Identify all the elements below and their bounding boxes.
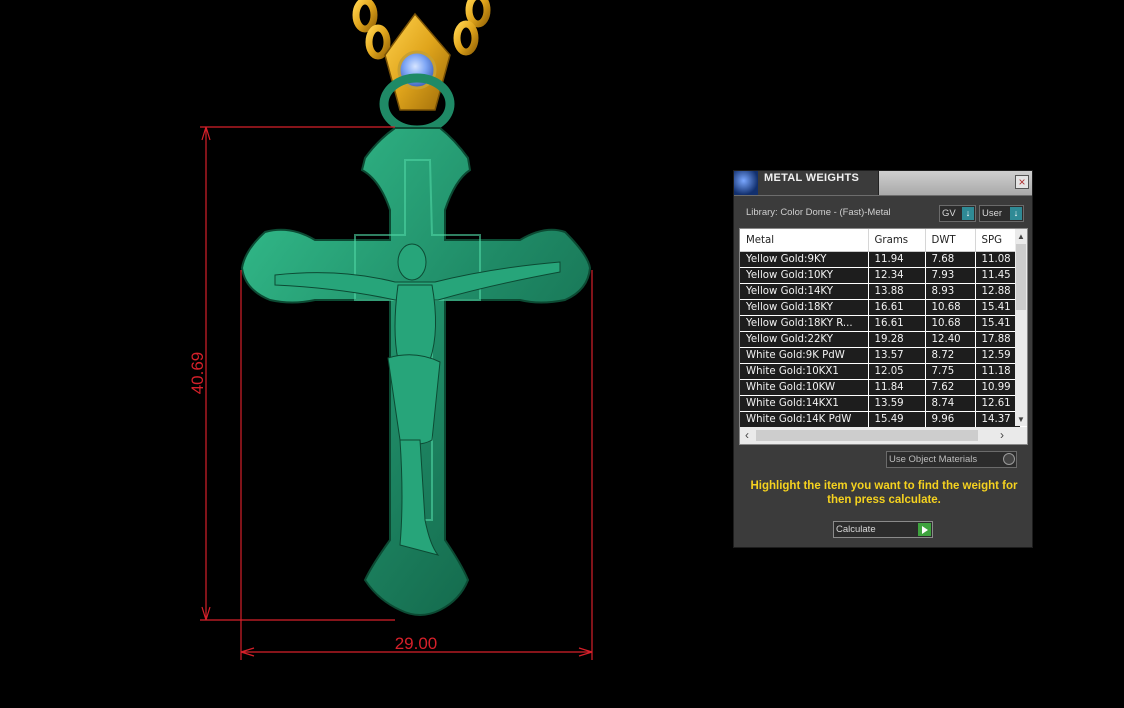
use-object-materials-label: Use Object Materials xyxy=(889,454,978,465)
scroll-left-icon[interactable]: ‹ xyxy=(740,427,754,444)
cell-dwt: 7.62 xyxy=(925,379,976,396)
table-row[interactable]: White Gold:14K PdW 15.49 9.96 14.37 xyxy=(740,411,1021,428)
column-header-metal[interactable]: Metal xyxy=(740,229,869,252)
cell-dwt: 9.96 xyxy=(925,411,976,428)
cell-spg: 17.88 xyxy=(975,331,1021,348)
cell-grams: 13.88 xyxy=(868,283,926,300)
table-row[interactable]: Yellow Gold:10KY 12.34 7.93 11.45 xyxy=(740,267,1021,284)
panel-title: METAL WEIGHTS xyxy=(764,172,860,184)
horizontal-scrollbar[interactable]: ‹ › xyxy=(740,427,1027,444)
cell-grams: 12.05 xyxy=(868,363,926,380)
cell-spg: 11.08 xyxy=(975,251,1021,268)
scroll-up-icon[interactable]: ▲ xyxy=(1015,230,1027,243)
cell-dwt: 7.68 xyxy=(925,251,976,268)
cell-metal: White Gold:14K PdW xyxy=(740,411,869,428)
cell-spg: 15.41 xyxy=(975,315,1021,332)
dropdown-arrow-icon: ↓ xyxy=(1010,207,1022,220)
panel-titlebar[interactable]: METAL WEIGHTS × xyxy=(734,171,1032,196)
cell-metal: Yellow Gold:10KY xyxy=(740,267,869,284)
cell-dwt: 8.72 xyxy=(925,347,976,364)
library-label: Library: Color Dome - (Fast)-Metal xyxy=(746,207,891,218)
metal-table: Metal Grams DWT SPG Yellow Gold:9KY 11.94… xyxy=(740,229,1021,428)
height-dimension-label: 40.69 xyxy=(188,352,207,395)
column-header-spg[interactable]: SPG xyxy=(975,229,1021,252)
cell-dwt: 10.68 xyxy=(925,299,976,316)
cell-spg: 12.61 xyxy=(975,395,1021,412)
cell-grams: 13.59 xyxy=(868,395,926,412)
vertical-scroll-thumb[interactable] xyxy=(1016,244,1026,310)
table-row[interactable]: Yellow Gold:9KY 11.94 7.68 11.08 xyxy=(740,251,1021,268)
column-header-grams[interactable]: Grams xyxy=(868,229,926,252)
table-row[interactable]: Yellow Gold:22KY 19.28 12.40 17.88 xyxy=(740,331,1021,348)
cell-grams: 11.84 xyxy=(868,379,926,396)
cell-grams: 15.49 xyxy=(868,411,926,428)
cross-pendant xyxy=(240,127,592,616)
cell-grams: 11.94 xyxy=(868,251,926,268)
cell-metal: Yellow Gold:14KY xyxy=(740,283,869,300)
table-row[interactable]: White Gold:14KX1 13.59 8.74 12.61 xyxy=(740,395,1021,412)
dropdown-arrow-icon: ↓ xyxy=(962,207,974,220)
cell-spg: 10.99 xyxy=(975,379,1021,396)
dimension-height xyxy=(200,126,395,621)
cell-dwt: 8.93 xyxy=(925,283,976,300)
cell-grams: 12.34 xyxy=(868,267,926,284)
close-button[interactable]: × xyxy=(1015,175,1029,189)
play-icon xyxy=(918,523,931,536)
panel-title-tab: METAL WEIGHTS xyxy=(758,171,879,195)
cell-metal: White Gold:14KX1 xyxy=(740,395,869,412)
cell-spg: 15.41 xyxy=(975,299,1021,316)
calculate-button[interactable]: Calculate xyxy=(833,521,933,538)
scroll-down-icon[interactable]: ▼ xyxy=(1015,413,1027,426)
cell-spg: 12.59 xyxy=(975,347,1021,364)
table-row[interactable]: White Gold:10KX1 12.05 7.75 11.18 xyxy=(740,363,1021,380)
table-row[interactable]: Yellow Gold:18KY R... 16.61 10.68 15.41 xyxy=(740,315,1021,332)
cell-spg: 11.45 xyxy=(975,267,1021,284)
use-object-materials-option[interactable]: Use Object Materials xyxy=(886,451,1017,468)
width-dimension-label: 29.00 xyxy=(395,634,438,653)
cell-spg: 11.18 xyxy=(975,363,1021,380)
app-logo-icon xyxy=(734,171,758,195)
cell-metal: White Gold:9K PdW xyxy=(740,347,869,364)
scroll-right-icon[interactable]: › xyxy=(995,427,1009,444)
cell-dwt: 12.40 xyxy=(925,331,976,348)
vertical-scrollbar[interactable]: ▲ ▼ xyxy=(1015,229,1027,426)
cell-dwt: 7.75 xyxy=(925,363,976,380)
horizontal-scroll-thumb[interactable] xyxy=(756,430,978,441)
gv-dropdown-label: GV xyxy=(942,208,956,219)
table-row[interactable]: White Gold:10KW 11.84 7.62 10.99 xyxy=(740,379,1021,396)
cell-grams: 13.57 xyxy=(868,347,926,364)
cell-grams: 19.28 xyxy=(868,331,926,348)
bail xyxy=(379,12,455,135)
user-dropdown-label: User xyxy=(982,208,1003,219)
cell-metal: Yellow Gold:18KY R... xyxy=(740,315,869,332)
cell-dwt: 10.68 xyxy=(925,315,976,332)
gv-dropdown[interactable]: GV ↓ xyxy=(939,205,976,222)
cell-metal: Yellow Gold:18KY xyxy=(740,299,869,316)
cell-grams: 16.61 xyxy=(868,299,926,316)
metal-weights-table[interactable]: Metal Grams DWT SPG Yellow Gold:9KY 11.94… xyxy=(739,228,1028,445)
column-header-dwt[interactable]: DWT xyxy=(925,229,976,252)
cell-spg: 14.37 xyxy=(975,411,1021,428)
user-dropdown[interactable]: User ↓ xyxy=(979,205,1024,222)
cell-metal: Yellow Gold:22KY xyxy=(740,331,869,348)
cell-dwt: 8.74 xyxy=(925,395,976,412)
cell-metal: White Gold:10KX1 xyxy=(740,363,869,380)
metal-weights-panel: METAL WEIGHTS × Library: Color Dome - (F… xyxy=(733,170,1033,548)
cell-dwt: 7.93 xyxy=(925,267,976,284)
cell-metal: Yellow Gold:9KY xyxy=(740,251,869,268)
calculate-label: Calculate xyxy=(836,524,876,535)
instruction-text: Highlight the item you want to find the … xyxy=(750,480,1018,506)
cell-spg: 12.88 xyxy=(975,283,1021,300)
cell-grams: 16.61 xyxy=(868,315,926,332)
table-header-row: Metal Grams DWT SPG xyxy=(740,229,1021,252)
table-row[interactable]: Yellow Gold:14KY 13.88 8.93 12.88 xyxy=(740,283,1021,300)
table-row[interactable]: Yellow Gold:18KY 16.61 10.68 15.41 xyxy=(740,299,1021,316)
radio-icon xyxy=(1003,453,1015,465)
cell-metal: White Gold:10KW xyxy=(740,379,869,396)
table-row[interactable]: White Gold:9K PdW 13.57 8.72 12.59 xyxy=(740,347,1021,364)
